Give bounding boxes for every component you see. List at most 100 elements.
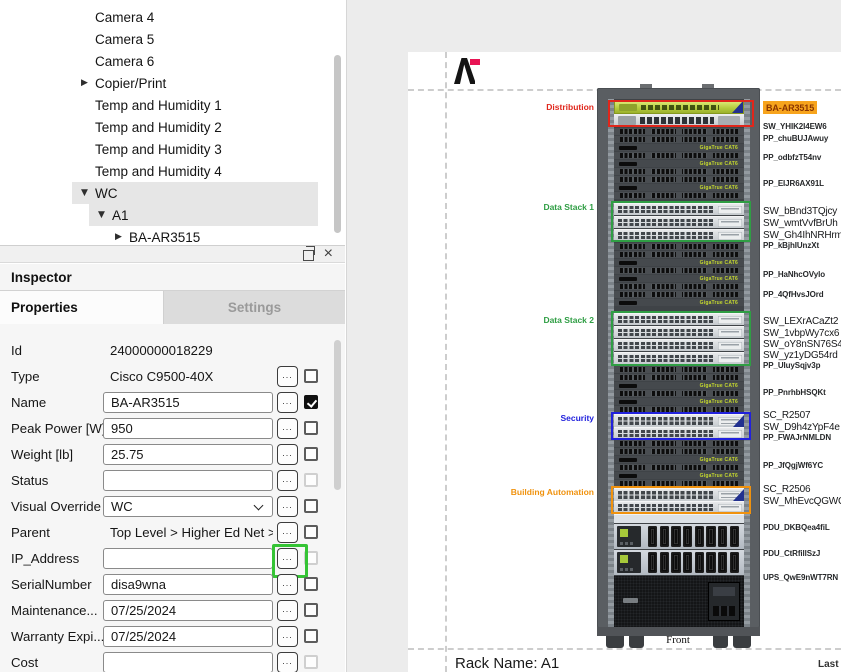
tree-item-copier-print[interactable]: ▶Copier/Print — [72, 72, 318, 94]
name-checkbox-checked[interactable] — [304, 395, 318, 409]
property-row-weight-lb: Weight [lb]... — [0, 444, 345, 466]
tree-item-wc[interactable]: ▼WC — [72, 182, 318, 204]
type-ellipsis-button[interactable]: ... — [277, 366, 298, 387]
tree-item-temp-and-humidity-1[interactable]: Temp and Humidity 1 — [72, 94, 318, 116]
warranty-expi-checkbox[interactable] — [304, 629, 318, 643]
rack-unit-pp — [614, 136, 744, 143]
status-input[interactable] — [103, 470, 273, 491]
visual-override-ellipsis-button[interactable]: ... — [277, 496, 298, 517]
warranty-expi-ellipsis-button[interactable]: ... — [277, 626, 298, 647]
tree-item-a1[interactable]: ▼A1 — [89, 204, 318, 226]
rack-unit-ppb: GigaTrue CAT6 — [614, 472, 744, 479]
cost-ellipsis-button[interactable]: ... — [277, 652, 298, 672]
pdu-buttons — [620, 568, 634, 571]
status-checkbox — [304, 473, 318, 487]
chevron-right-icon[interactable]: ▶ — [115, 232, 129, 242]
property-label: Status — [11, 473, 48, 488]
type-checkbox[interactable] — [304, 369, 318, 383]
property-row-type: TypeCisco C9500-40X... — [0, 366, 345, 388]
patch-panel-brand-text: GigaTrue CAT6 — [700, 398, 738, 405]
properties-scrollbar[interactable] — [334, 340, 341, 490]
group-label-data-stack-2: Data Stack 2 — [430, 315, 594, 325]
device-label-pp-jfqgjwf6yc: PP_JfQgjWf6YC — [763, 461, 823, 470]
rack-unit-pp — [614, 251, 744, 258]
weight-lb-input[interactable] — [103, 444, 273, 465]
serialnumber-checkbox[interactable] — [304, 577, 318, 591]
property-label: Id — [11, 343, 22, 358]
pdu-outlet — [660, 526, 669, 547]
name-ellipsis-button[interactable]: ... — [277, 392, 298, 413]
pdu-outlet — [695, 526, 704, 547]
serialnumber-input[interactable] — [103, 574, 273, 595]
rack-unit-ppb: GigaTrue CAT6 — [614, 398, 744, 405]
page-footer-line — [408, 648, 841, 650]
visual-override-select[interactable]: WC — [103, 496, 273, 517]
tree-item-ba-ar3515[interactable]: ▶BA-AR3515 — [106, 226, 318, 245]
patch-panel-ports — [620, 153, 738, 158]
peak-power-w-checkbox[interactable] — [304, 421, 318, 435]
maintenance-input[interactable] — [103, 600, 273, 621]
status-ellipsis-button[interactable]: ... — [277, 470, 298, 491]
peak-power-w-input[interactable] — [103, 418, 273, 439]
patch-panel-ports — [620, 449, 738, 454]
patch-panel-brand-chip — [619, 458, 637, 462]
tree-item-temp-and-humidity-3[interactable]: Temp and Humidity 3 — [72, 138, 318, 160]
tree-item-label: Camera 6 — [95, 54, 154, 69]
maintenance-ellipsis-button[interactable]: ... — [277, 600, 298, 621]
tree-item-camera-5[interactable]: Camera 5 — [72, 28, 318, 50]
pdu-outlet — [648, 526, 657, 547]
serialnumber-ellipsis-button[interactable]: ... — [277, 574, 298, 595]
pdu-outlet — [730, 526, 739, 547]
tree-item-label: WC — [95, 186, 118, 201]
device-label-sw-gh4ihnrhrm: SW_Gh4IhNRHrm — [763, 230, 841, 241]
tab-settings[interactable]: Settings — [164, 291, 345, 324]
rack-unit-pp — [614, 283, 744, 290]
inspector-header: Inspector — [0, 264, 345, 290]
pdu-outlets — [648, 526, 739, 547]
parent-ellipsis-button[interactable]: ... — [277, 522, 298, 543]
weight-lb-ellipsis-button[interactable]: ... — [277, 444, 298, 465]
patch-panel-ports — [620, 137, 738, 142]
pdu-outlet — [718, 552, 727, 573]
pdu-outlet — [683, 552, 692, 573]
parent-checkbox[interactable] — [304, 525, 318, 539]
rack-unit-pp — [614, 168, 744, 175]
warranty-expi-input[interactable] — [103, 626, 273, 647]
tab-properties[interactable]: Properties — [0, 291, 164, 324]
tree-item-label: Temp and Humidity 2 — [95, 120, 222, 135]
tree-item-temp-and-humidity-2[interactable]: Temp and Humidity 2 — [72, 116, 318, 138]
device-label-pp-chubujawuy: PP_chuBUJAwuy — [763, 134, 828, 143]
tree-item-camera-6[interactable]: Camera 6 — [72, 50, 318, 72]
weight-lb-checkbox[interactable] — [304, 447, 318, 461]
chevron-down-icon[interactable]: ▼ — [81, 188, 95, 198]
tree-item-temp-and-humidity-4[interactable]: Temp and Humidity 4 — [72, 160, 318, 182]
patch-panel-brand-chip — [619, 301, 637, 305]
device-label-sw-mhevcqgwgv: SW_MhEvcQGWGv — [763, 496, 841, 507]
patch-panel-ports — [620, 441, 738, 446]
inspector-title: Inspector — [0, 270, 72, 285]
rack-unit-ppb: GigaTrue CAT6 — [614, 259, 744, 266]
chevron-down-icon[interactable]: ▼ — [98, 210, 112, 220]
group-label-data-stack-1: Data Stack 1 — [430, 202, 594, 212]
patch-panel-brand-chip — [619, 474, 637, 478]
tree-item-camera-4[interactable]: Camera 4 — [72, 6, 318, 28]
pdu-outlet — [671, 526, 680, 547]
ip-address-input[interactable] — [103, 548, 273, 569]
group-label-building-automation: Building Automation — [430, 487, 594, 497]
restore-window-icon[interactable] — [303, 250, 314, 261]
rack-unit-ppb: GigaTrue CAT6 — [614, 456, 744, 463]
visual-override-checkbox[interactable] — [304, 499, 318, 513]
name-input[interactable] — [103, 392, 273, 413]
maintenance-checkbox[interactable] — [304, 603, 318, 617]
chevron-right-icon[interactable]: ▶ — [81, 78, 95, 88]
tree-scrollbar[interactable] — [334, 55, 341, 233]
patch-panel-brand-chip — [619, 186, 637, 190]
close-icon[interactable]: × — [324, 247, 333, 261]
pdu-outlet — [671, 552, 680, 573]
group-box-building-automation — [611, 486, 751, 514]
property-row-status: Status... — [0, 470, 345, 492]
property-label: Visual Override — [11, 499, 101, 514]
peak-power-w-ellipsis-button[interactable]: ... — [277, 418, 298, 439]
property-row-peak-power-w: Peak Power [W]... — [0, 418, 345, 440]
cost-input[interactable] — [103, 652, 273, 672]
